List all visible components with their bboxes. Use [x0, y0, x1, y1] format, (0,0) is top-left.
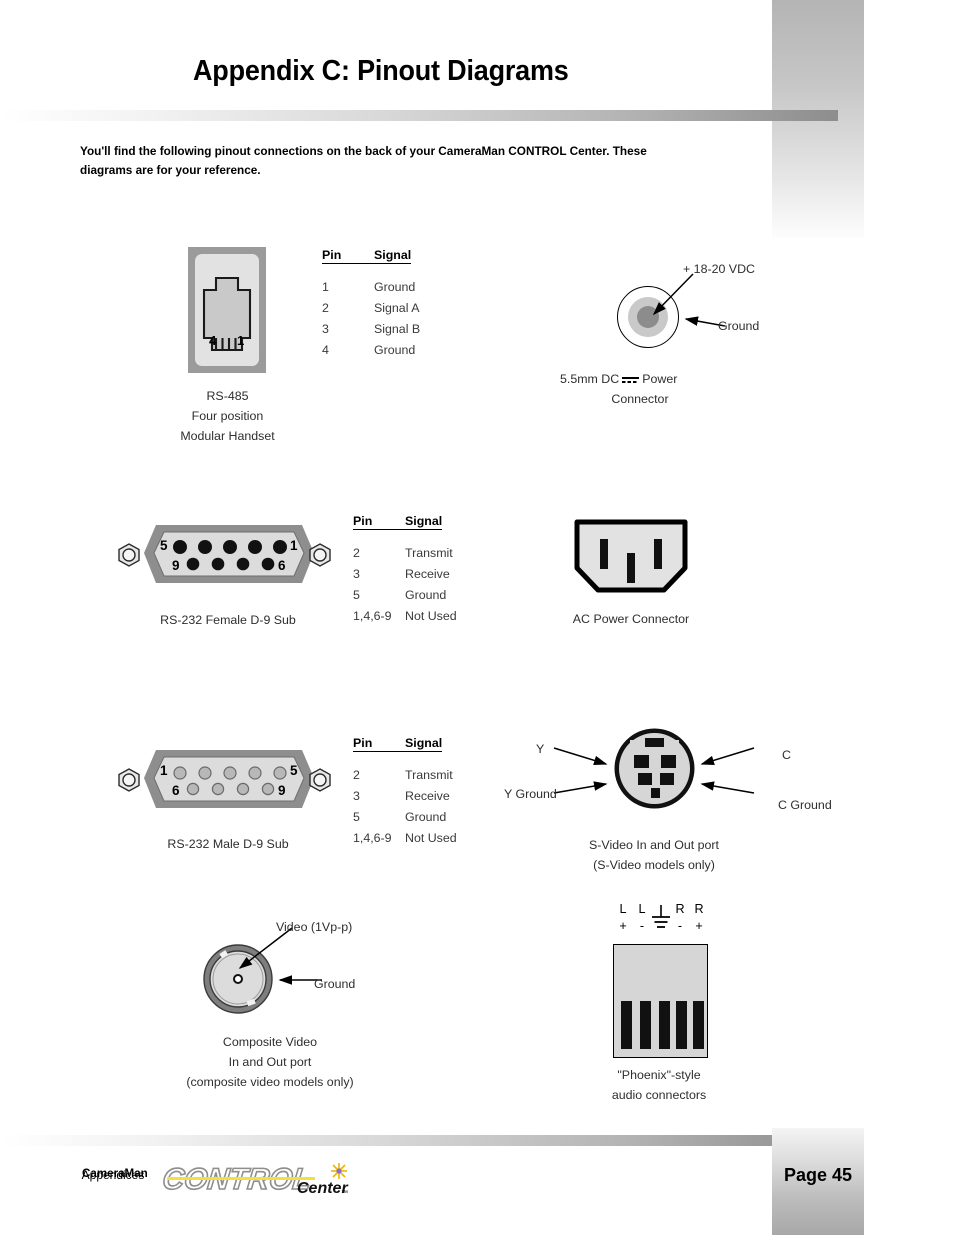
composite-ground-label: Ground — [314, 977, 356, 991]
svideo-label-y: Y — [536, 742, 545, 756]
phoenix-terminal-slot — [621, 1001, 632, 1049]
rs232-male-pin-table: Pin Signal 2 Transmit 3 Receive 5 Ground… — [353, 736, 457, 849]
table-row: 1,4,6-9 Not Used — [353, 830, 457, 845]
rs232-female-dsub-illustration: 5 1 9 6 — [138, 519, 320, 589]
male-pin-label-5: 5 — [290, 763, 298, 778]
phoenix-audio-caption: "Phoenix"-style audio connectors — [611, 1068, 707, 1103]
ac-power-caption: AC Power Connector — [572, 612, 690, 626]
rs232-male-caption: RS-232 Male D-9 Sub — [167, 837, 289, 851]
table-row: 5 Ground — [353, 809, 447, 824]
column-header-signal: Signal — [374, 248, 412, 264]
dsub-male-screw-right-icon — [309, 768, 331, 792]
table-row: 2 Transmit — [353, 546, 453, 560]
ac-power-inlet-illustration — [568, 518, 694, 594]
column-header-pin: Pin — [322, 248, 374, 264]
rs485-caption: RS-485 Four position Modular Handset — [180, 389, 275, 444]
table-header-row: Pin Signal — [322, 248, 420, 264]
rs485-pin-table: Pin Signal 1 Ground 2 Signal A 3 Signal … — [322, 248, 420, 361]
column-header-signal: Signal — [405, 736, 443, 752]
ac-inlet-shape — [574, 519, 688, 593]
rs232-female-pin-table: Pin Signal 2 Transmit 3 Receive 5 Ground… — [353, 514, 457, 627]
table-row: 3 Signal B — [322, 321, 421, 336]
female-pin-label-9: 9 — [172, 558, 180, 573]
phoenix-terminal-labels: L L R R + - - + — [608, 902, 711, 936]
female-pin-label-6: 6 — [278, 558, 286, 573]
male-pin-label-1: 1 — [160, 763, 168, 778]
footer-divider-rule — [0, 1135, 838, 1146]
phoenix-terminal-slot — [640, 1001, 651, 1049]
table-row: 1,4,6-9 Not Used — [353, 608, 457, 623]
female-pin-label-5: 5 — [160, 538, 168, 553]
rs485-modular-jack-illustration: 4 1 — [188, 247, 266, 373]
male-pin-label-6: 6 — [172, 783, 180, 798]
rs232-female-caption: RS-232 Female D-9 Sub — [160, 613, 296, 627]
table-row: 2 Transmit — [353, 768, 453, 782]
composite-video-caption: Composite Video In and Out port (composi… — [186, 1035, 354, 1090]
dsub-female-screw-left-icon — [118, 543, 140, 567]
composite-signal-label: Video (1Vp-p) — [276, 920, 353, 934]
logo-trademark: ™ — [341, 1190, 348, 1197]
dsub-shell — [144, 525, 314, 583]
intro-paragraph: You'll find the following pinout connect… — [80, 144, 647, 178]
document-page: Appendix C: Pinout Diagrams You'll find … — [0, 0, 954, 1235]
rs485-pin-label-right: 1 — [237, 333, 245, 348]
phoenix-terminal-slot — [659, 1001, 670, 1049]
phoenix-audio-connector-illustration — [613, 944, 708, 1058]
table-row: 2 Signal A — [322, 300, 420, 315]
table-row: 5 Ground — [353, 587, 447, 602]
table-header-row: Pin Signal — [353, 736, 457, 752]
dsub-shell — [144, 750, 314, 808]
rs232-male-dsub-illustration: 1 5 6 9 — [138, 744, 320, 814]
table-row: 1 Ground — [322, 280, 416, 294]
dc-ground-label: Ground — [718, 319, 760, 333]
column-header-signal: Signal — [405, 514, 443, 530]
dc-current-symbol-icon — [622, 376, 640, 383]
table-row: 3 Receive — [353, 566, 450, 581]
column-header-pin: Pin — [353, 514, 405, 530]
female-pin-label-1: 1 — [290, 538, 298, 553]
page-title: Appendix C: Pinout Diagrams — [193, 55, 569, 87]
svideo-port-shape — [614, 728, 695, 809]
phoenix-terminal-slot — [676, 1001, 687, 1049]
svideo-left-leader-lines — [553, 747, 608, 794]
svideo-caption: S-Video In and Out port (S-Video models … — [589, 838, 719, 873]
table-header-row: Pin Signal — [353, 514, 457, 530]
dsub-female-screw-right-icon — [309, 543, 331, 567]
svideo-label-c: C — [782, 748, 791, 762]
table-row: 4 Ground — [322, 342, 416, 357]
earth-ground-symbol-icon — [652, 905, 670, 928]
rs485-pin-label-left: 4 — [209, 333, 217, 348]
svideo-label-y-ground: Y Ground — [504, 787, 557, 801]
column-header-pin: Pin — [353, 736, 405, 752]
svideo-right-leader-lines — [700, 747, 755, 794]
dc-voltage-label: + 18-20 VDC — [683, 262, 755, 276]
dsub-male-screw-left-icon — [118, 768, 140, 792]
svideo-label-c-ground: C Ground — [778, 798, 832, 812]
page-number: Page 45 — [783, 1165, 853, 1185]
jack-keyway-shape — [202, 276, 252, 352]
male-pin-label-9: 9 — [278, 783, 286, 798]
svideo-port-illustration — [613, 727, 696, 810]
header-divider-rule — [0, 110, 838, 121]
dc-power-caption: 5.5mm DC Power Connector — [560, 372, 678, 407]
phoenix-terminal-slot — [693, 1001, 704, 1049]
table-row: 3 Receive — [353, 788, 450, 803]
